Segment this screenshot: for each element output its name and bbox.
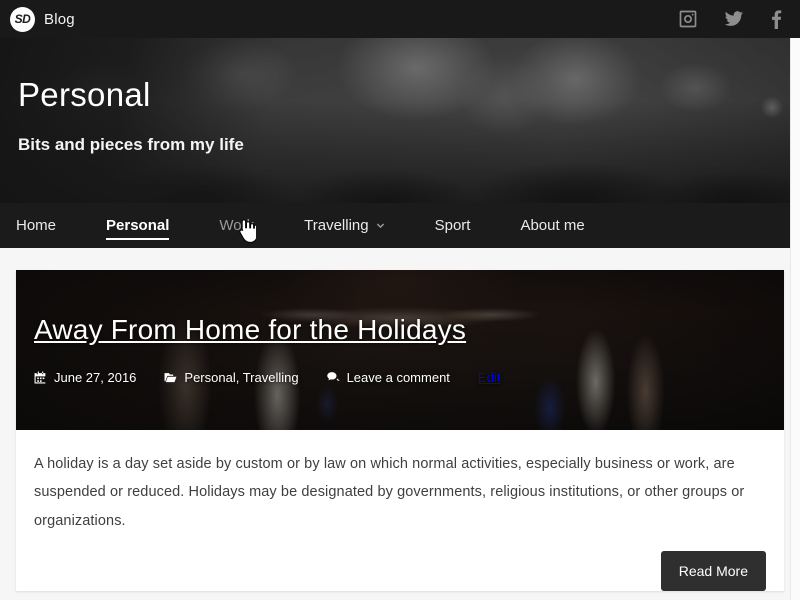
post-comments-label: Leave a comment (346, 369, 450, 385)
nav-label: Home (16, 217, 57, 234)
post-card: Away From Home for the Holidays June 27,… (16, 270, 784, 591)
read-more-button[interactable]: Read More (660, 550, 766, 591)
twitter-icon (724, 11, 744, 26)
nav-label: Travelling (304, 217, 369, 234)
post-categories[interactable]: Personal, Travelling (164, 369, 299, 385)
nav-item-work[interactable]: Work (219, 203, 276, 248)
chevron-down-icon (376, 223, 384, 229)
post-date: June 27, 2016 (34, 370, 136, 385)
post-date-label: June 27, 2016 (54, 369, 137, 385)
nav-label: Sport (434, 217, 471, 234)
facebook-link[interactable] (770, 9, 782, 29)
instagram-icon (679, 10, 697, 28)
nav-item-travelling[interactable]: Travelling (304, 203, 406, 248)
post-featured-image: Away From Home for the Holidays June 27,… (16, 270, 784, 430)
instagram-link[interactable] (678, 9, 698, 29)
post-meta: June 27, 2016 Personal, Travelling Leave… (34, 370, 766, 385)
page-scrollbar[interactable] (790, 38, 800, 600)
brand[interactable]: SD Blog (10, 6, 75, 32)
sd-logo-icon: SD (10, 6, 35, 32)
hero-text-block: Personal Bits and pieces from my life (18, 78, 244, 155)
post-actions: Read More (16, 535, 784, 591)
folder-open-icon (164, 373, 177, 382)
main-content: Away From Home for the Holidays June 27,… (0, 248, 800, 600)
post-categories-label: Personal, Travelling (184, 369, 299, 385)
nav-item-about-me[interactable]: About me (520, 203, 606, 248)
nav-label: About me (520, 217, 585, 234)
comment-icon (326, 371, 340, 381)
nav-label: Work (219, 217, 255, 234)
site-tagline: Bits and pieces from my life (18, 135, 244, 154)
twitter-link[interactable] (724, 9, 744, 29)
post-excerpt: A holiday is a day set aside by custom o… (34, 456, 745, 529)
post-title[interactable]: Away From Home for the Holidays (34, 314, 766, 346)
post-comments[interactable]: Leave a comment (326, 369, 450, 385)
facebook-icon (772, 10, 782, 29)
nav-label: Personal (106, 217, 170, 234)
hero-banner: Personal Bits and pieces from my life (0, 38, 800, 203)
nav-item-personal[interactable]: Personal (106, 203, 191, 248)
main-navigation: Home Personal Work Travelling Sport Abou… (0, 203, 800, 248)
post-body: A holiday is a day set aside by custom o… (16, 430, 784, 535)
brand-name: Blog (44, 10, 75, 28)
calendar-icon (34, 371, 46, 384)
nav-item-home[interactable]: Home (16, 203, 78, 248)
top-bar: SD Blog (0, 0, 800, 38)
post-edit-link[interactable]: Edit (478, 370, 500, 385)
nav-item-sport[interactable]: Sport (435, 203, 493, 248)
social-links (678, 9, 782, 29)
site-title: Personal (18, 76, 151, 113)
